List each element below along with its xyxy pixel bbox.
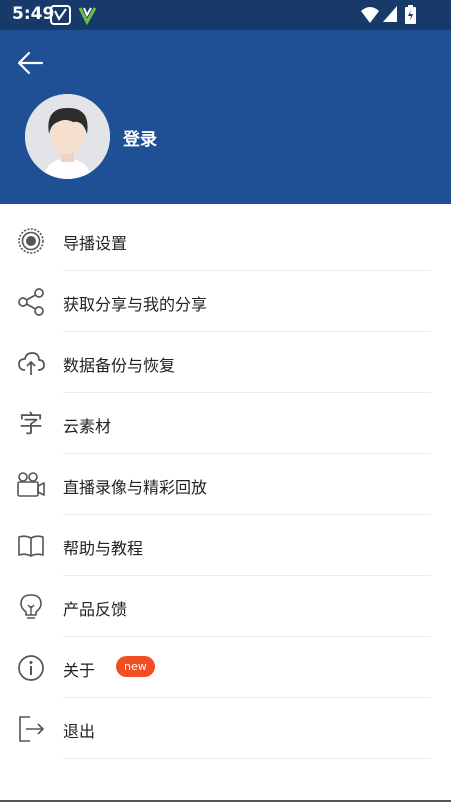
menu-item-label: 云素材 (63, 417, 112, 436)
menu-item-label: 帮助与教程 (63, 539, 144, 558)
cloud-upload-icon (18, 352, 45, 375)
logout-icon (19, 716, 45, 742)
menu-item-label: 数据备份与恢复 (63, 356, 176, 375)
menu-item-label: 关于 (63, 661, 96, 680)
menu-item-about[interactable]: 关于 new (0, 637, 451, 698)
lightbulb-icon (20, 594, 42, 619)
info-icon (18, 655, 44, 681)
menu-item-label: 产品反馈 (63, 600, 128, 619)
menu-item-backup[interactable]: 数据备份与恢复 (0, 332, 451, 393)
battery-icon (405, 5, 416, 24)
menu-item-help[interactable]: 帮助与教程 (0, 515, 451, 576)
avatar[interactable] (25, 94, 110, 179)
login-button[interactable]: 登录 (123, 125, 157, 150)
video-camera-icon (17, 472, 45, 497)
menu-item-broadcast-settings[interactable]: 导播设置 (0, 210, 451, 271)
menu-item-label: 获取分享与我的分享 (63, 295, 208, 314)
menu-item-label: 退出 (63, 722, 96, 741)
font-char-icon: 字 (19, 410, 43, 438)
app-v-icon (78, 7, 97, 25)
broadcast-icon (18, 228, 44, 254)
new-badge: new (116, 656, 155, 677)
book-icon (18, 535, 44, 557)
back-arrow-icon[interactable] (14, 46, 48, 80)
menu-item-cloud-materials[interactable]: 字 云素材 (0, 393, 451, 454)
signal-icon (383, 6, 397, 22)
menu-item-feedback[interactable]: 产品反馈 (0, 576, 451, 637)
menu-item-label: 直播录像与精彩回放 (63, 478, 208, 497)
share-icon (18, 288, 44, 316)
menu-item-share[interactable]: 获取分享与我的分享 (0, 271, 451, 332)
divider (63, 758, 431, 759)
menu-item-recordings[interactable]: 直播录像与精彩回放 (0, 454, 451, 515)
status-time: 5:49 (12, 4, 55, 24)
menu-item-label: 导播设置 (63, 234, 128, 253)
profile-header: 登录 (0, 30, 451, 204)
status-bar: 5:49 (0, 0, 451, 30)
app-notification-icon (50, 5, 71, 25)
wifi-icon (361, 7, 379, 23)
menu-item-logout[interactable]: 退出 (0, 698, 451, 759)
settings-menu: 导播设置 获取分享与我的分享 数据备份与恢复 字 云素材 直播录像与精彩回放 帮… (0, 210, 451, 759)
